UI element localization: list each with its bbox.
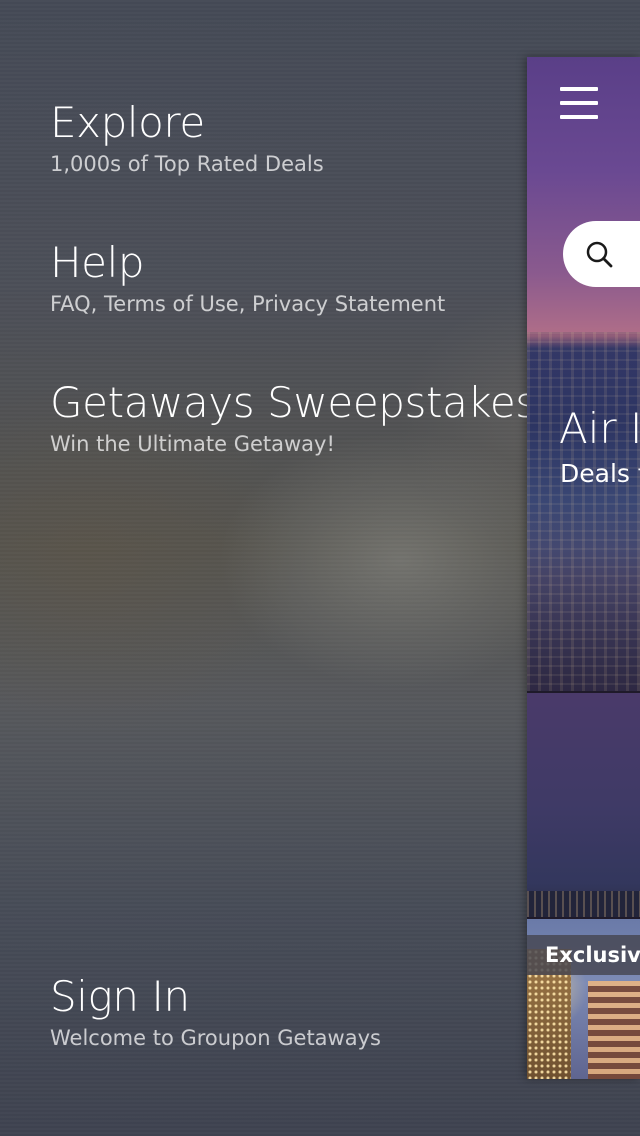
menu-item-help[interactable]: Help FAQ, Terms of Use, Privacy Statemen… <box>50 238 445 318</box>
menu-item-getaways-sweepstakes[interactable]: Getaways Sweepstakes Win the Ultimate Ge… <box>50 378 537 458</box>
menu-item-title: Explore <box>50 98 205 147</box>
main-content-panel[interactable]: Exclusive Air I Deals f <box>527 57 640 1079</box>
hero-title: Air I <box>559 404 640 453</box>
deal-card-image[interactable] <box>527 693 640 917</box>
hero-subtitle: Deals f <box>560 459 640 488</box>
hotel-building-image <box>588 981 640 1079</box>
menu-item-subtitle: FAQ, Terms of Use, Privacy Statement <box>50 292 446 316</box>
menu-item-subtitle: 1,000s of Top Rated Deals <box>50 152 324 176</box>
menu-item-sign-in[interactable]: Sign In Welcome to Groupon Getaways <box>50 972 381 1052</box>
city-skyline-image <box>527 332 640 691</box>
search-button[interactable] <box>563 221 640 287</box>
menu-item-subtitle: Win the Ultimate Getaway! <box>50 432 335 456</box>
search-icon <box>586 241 613 268</box>
menu-item-subtitle: Welcome to Groupon Getaways <box>50 1026 381 1050</box>
exclusive-badge: Exclusive <box>527 935 640 975</box>
menu-item-title: Help <box>50 238 145 287</box>
menu-item-explore[interactable]: Explore 1,000s of Top Rated Deals <box>50 98 324 178</box>
hero-image[interactable] <box>527 57 640 691</box>
menu-item-title: Getaways Sweepstakes <box>50 378 537 427</box>
menu-item-title: Sign In <box>50 972 190 1021</box>
hamburger-menu-icon[interactable] <box>560 87 598 119</box>
